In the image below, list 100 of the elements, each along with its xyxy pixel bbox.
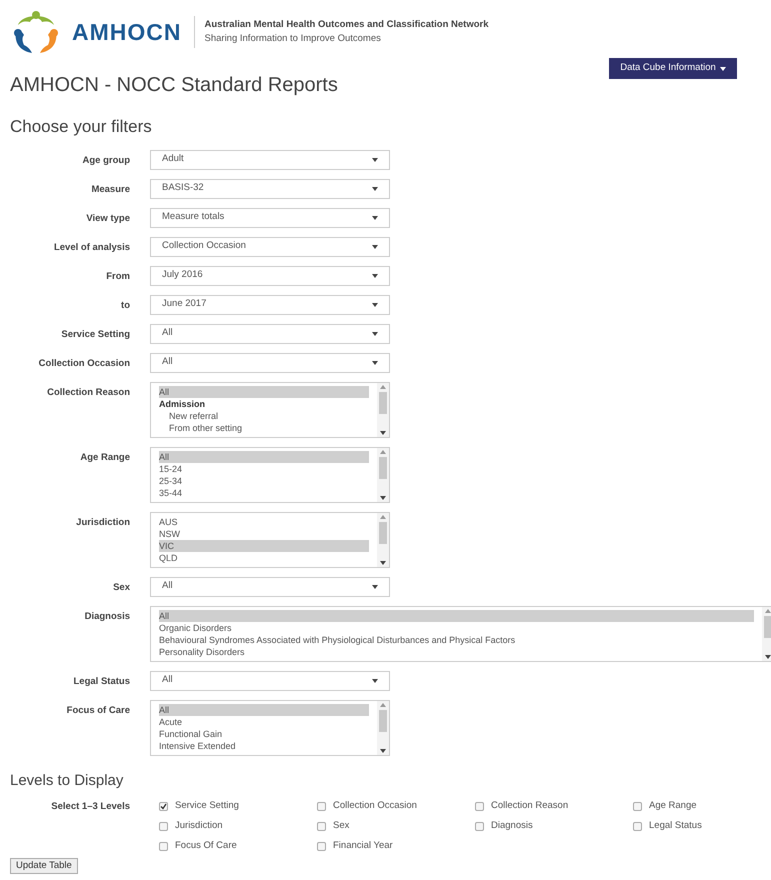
- filter-label: Sex: [113, 580, 130, 594]
- scroll-down-icon[interactable]: [380, 496, 386, 500]
- select-field[interactable]: All: [150, 576, 390, 596]
- filter-label: Age Range: [80, 450, 130, 464]
- select-field[interactable]: All: [150, 324, 390, 344]
- checkbox-label: Focus Of Care: [175, 838, 237, 853]
- select-field[interactable]: All: [150, 352, 390, 372]
- select-field[interactable]: BASIS-32: [150, 178, 390, 198]
- checkbox[interactable]: [633, 802, 642, 810]
- scroll-up-icon[interactable]: [380, 384, 386, 388]
- scrollbar[interactable]: [377, 512, 389, 566]
- caret-icon: [372, 158, 378, 162]
- list-box[interactable]: All 15-24 25-34 35-44: [150, 446, 390, 502]
- checkbox-label: Diagnosis: [491, 818, 533, 833]
- scroll-down-icon[interactable]: [380, 430, 386, 434]
- list-option[interactable]: Functional Gain: [159, 728, 369, 740]
- data-cube-menu-button[interactable]: Data Cube Information: [609, 58, 737, 79]
- scroll-up-icon[interactable]: [380, 702, 386, 706]
- checkbox-label: Jurisdiction: [175, 818, 223, 833]
- list-option[interactable]: Personality Disorders: [159, 646, 754, 658]
- list-option[interactable]: All: [159, 610, 754, 622]
- caret-icon: [372, 584, 378, 588]
- filter-label: Level of analysis: [54, 240, 130, 254]
- scroll-up-icon[interactable]: [380, 450, 386, 454]
- list-option[interactable]: VIC: [159, 540, 369, 552]
- checkbox[interactable]: [475, 822, 484, 830]
- filter-label: Service Setting: [61, 328, 130, 342]
- scroll-down-icon[interactable]: [380, 748, 386, 752]
- checkbox[interactable]: [159, 802, 168, 810]
- filter-label: Measure: [91, 182, 130, 196]
- list-option[interactable]: All: [159, 704, 369, 716]
- list-box[interactable]: All Organic Disorders Behavioural Syndromes Associated with Physiological Disturbances and Physical Factors Personality Disorders: [150, 606, 771, 662]
- list-option[interactable]: NSW: [159, 528, 369, 540]
- scroll-up-icon[interactable]: [765, 608, 771, 612]
- checkbox-label: Sex: [333, 818, 350, 833]
- levels-label: Select 1–3 Levels: [51, 800, 130, 814]
- list-option[interactable]: 35-44: [159, 486, 369, 498]
- list-option[interactable]: Acute: [159, 716, 369, 728]
- levels-heading: Levels to Display: [10, 770, 124, 790]
- scroll-up-icon[interactable]: [380, 514, 386, 518]
- logo-text: AMHOCN: [72, 18, 182, 47]
- checkbox[interactable]: [633, 822, 642, 830]
- filter-label: Collection Occasion: [38, 356, 130, 370]
- filter-label: View type: [86, 212, 130, 226]
- checkbox-label: Collection Occasion: [333, 798, 417, 813]
- filter-label: Diagnosis: [84, 610, 130, 624]
- filter-label: Jurisdiction: [76, 516, 130, 530]
- select-field[interactable]: Measure totals: [150, 208, 390, 228]
- caret-icon: [720, 66, 726, 70]
- list-option[interactable]: 25-34: [159, 474, 369, 486]
- checkbox-label: Age Range: [649, 798, 697, 813]
- list-box[interactable]: All Acute Functional Gain Intensive Extended: [150, 700, 390, 756]
- list-option[interactable]: Organic Disorders: [159, 622, 754, 634]
- checkbox-label: Collection Reason: [491, 798, 568, 813]
- checkbox[interactable]: [159, 842, 168, 850]
- list-option[interactable]: QLD: [159, 552, 369, 564]
- list-option[interactable]: Behavioural Syndromes Associated with Physiological Disturbances and Physical Factors: [159, 634, 754, 646]
- scroll-down-icon[interactable]: [380, 560, 386, 564]
- select-field[interactable]: All: [150, 670, 390, 690]
- select-field[interactable]: July 2016: [150, 266, 390, 286]
- filter-label: Legal Status: [74, 674, 130, 688]
- tagline: Sharing Information to Improve Outcomes: [204, 32, 382, 46]
- filters-heading: Choose your filters: [10, 116, 153, 138]
- list-option[interactable]: Intensive Extended: [159, 740, 369, 752]
- list-option[interactable]: All: [159, 450, 369, 462]
- list-option[interactable]: 15-24: [159, 462, 369, 474]
- checkbox-label: Financial Year: [333, 838, 393, 853]
- list-option[interactable]: New referral: [159, 410, 369, 422]
- list-option[interactable]: From other setting: [159, 422, 369, 434]
- org-name: Australian Mental Health Outcomes and Classification Network: [204, 18, 489, 32]
- scrollbar[interactable]: [762, 606, 771, 660]
- checkbox[interactable]: [159, 822, 168, 830]
- checkbox[interactable]: [317, 802, 326, 810]
- list-box[interactable]: All Admission New referral From other setting: [150, 382, 390, 438]
- checkbox-label: Service Setting: [175, 798, 239, 813]
- checkbox[interactable]: [475, 802, 484, 810]
- caret-icon: [372, 302, 378, 306]
- list-option[interactable]: AUS: [159, 516, 369, 528]
- checkbox[interactable]: [317, 822, 326, 830]
- filter-label: to: [121, 298, 130, 312]
- page-title: AMHOCN - NOCC Standard Reports: [10, 73, 338, 98]
- caret-icon: [372, 216, 378, 220]
- caret-icon: [372, 244, 378, 248]
- select-field[interactable]: Collection Occasion: [150, 236, 390, 256]
- scrollbar[interactable]: [377, 382, 389, 436]
- scrollbar[interactable]: [377, 448, 389, 502]
- filter-label: Collection Reason: [47, 386, 130, 400]
- select-field[interactable]: June 2017: [150, 294, 390, 314]
- caret-icon: [372, 332, 378, 336]
- caret-icon: [372, 274, 378, 278]
- select-field[interactable]: Adult: [150, 150, 390, 170]
- update-table-button[interactable]: Update Table: [10, 858, 78, 874]
- scrollbar[interactable]: [377, 700, 389, 754]
- caret-icon: [372, 360, 378, 364]
- filter-label: Focus of Care: [66, 704, 130, 718]
- checkbox[interactable]: [317, 842, 326, 850]
- list-box[interactable]: AUS NSW VIC QLD: [150, 512, 390, 568]
- scroll-down-icon[interactable]: [765, 654, 771, 658]
- list-option[interactable]: All: [159, 386, 369, 398]
- list-option[interactable]: Admission: [159, 398, 369, 410]
